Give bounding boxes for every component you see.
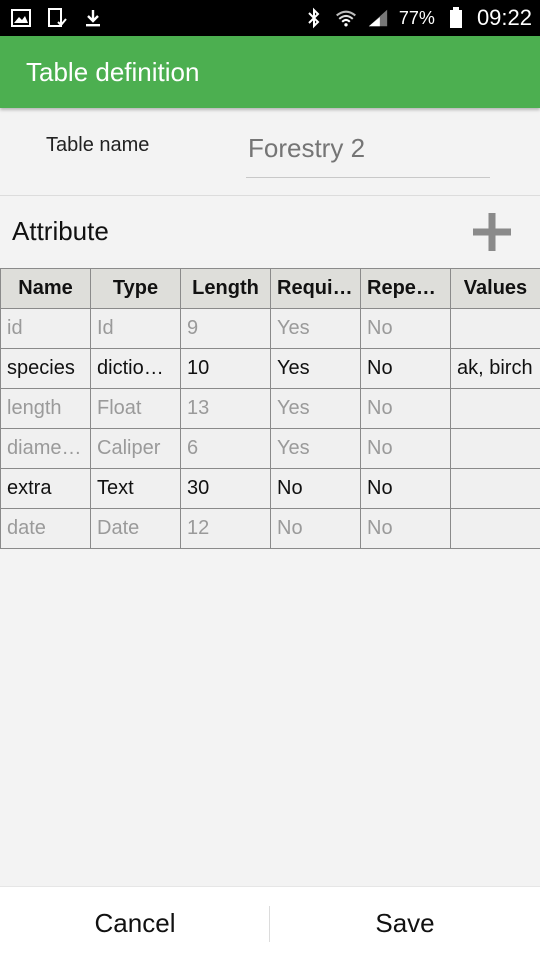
cell-type: diction… [90,348,181,389]
cell-repeat: No [360,308,451,349]
bluetooth-icon [303,7,325,29]
attribute-header: Attribute [0,196,540,268]
add-attribute-button[interactable] [470,210,514,254]
column-header-values[interactable]: Values [450,268,540,309]
save-button[interactable]: Save [270,887,540,960]
battery-icon [445,7,467,29]
cell-type: Date [90,508,181,549]
table-row[interactable]: id Id 9 Yes No [0,308,540,349]
app-bar: Table definition [0,36,540,108]
table-row[interactable]: extra Text 30 No No [0,468,540,509]
bottom-divider [269,906,270,942]
table-name-row: Table name [0,110,540,196]
table-header-row: Name Type Length Requir… Repea… Values [0,268,540,309]
cell-required: No [270,508,361,549]
cell-type: Id [90,308,181,349]
cell-required: No [270,468,361,509]
download-icon [82,7,104,29]
bottom-action-bar: Cancel Save [0,886,540,960]
cell-required: Yes [270,428,361,469]
cell-type: Caliper [90,428,181,469]
cell-values [450,468,540,509]
cell-required: Yes [270,388,361,429]
cell-name: id [0,308,91,349]
cell-values [450,388,540,429]
status-bar: 77% 09:22 [0,0,540,36]
cell-repeat: No [360,388,451,429]
status-right: 77% 09:22 [303,5,532,31]
wifi-icon [335,7,357,29]
cell-length: 6 [180,428,271,469]
cell-name: length [0,388,91,429]
column-header-type[interactable]: Type [90,268,181,309]
cell-type: Text [90,468,181,509]
cell-name: diamet… [0,428,91,469]
table-row[interactable]: length Float 13 Yes No [0,388,540,429]
cell-required: Yes [270,308,361,349]
cell-length: 10 [180,348,271,389]
status-time: 09:22 [476,5,532,30]
table-name-label: Table name [46,134,150,156]
cell-length: 9 [180,308,271,349]
cancel-button[interactable]: Cancel [0,887,270,960]
cell-repeat: No [360,508,451,549]
cell-length: 13 [180,388,271,429]
cell-name: extra [0,468,91,509]
attribute-title: Attribute [12,216,109,246]
page-title: Table definition [26,56,200,87]
table-row[interactable]: species diction… 10 Yes No ak, birch [0,348,540,389]
cell-name: date [0,508,91,549]
gallery-icon [10,7,32,29]
table-row[interactable]: diamet… Caliper 6 Yes No [0,428,540,469]
cell-repeat: No [360,348,451,389]
cell-name: species [0,348,91,389]
cell-values [450,508,540,549]
cell-length: 12 [180,508,271,549]
column-header-required[interactable]: Requir… [270,268,361,309]
attribute-table: Name Type Length Requir… Repea… Values i… [0,268,540,549]
cell-values: ak, birch [450,348,540,389]
cell-repeat: No [360,428,451,469]
signal-icon [367,7,389,29]
column-header-repeat[interactable]: Repea… [360,268,451,309]
cell-required: Yes [270,348,361,389]
cell-type: Float [90,388,181,429]
plus-icon [473,213,511,251]
table-name-field [246,124,490,178]
table-name-input[interactable] [248,128,484,168]
cell-values [450,428,540,469]
cell-length: 30 [180,468,271,509]
tablet-check-icon [46,7,68,29]
column-header-name[interactable]: Name [0,268,91,309]
status-left [10,7,104,29]
cell-values [450,308,540,349]
column-header-length[interactable]: Length [180,268,271,309]
table-row[interactable]: date Date 12 No No [0,508,540,549]
cell-repeat: No [360,468,451,509]
battery-percent: 77% [398,7,435,28]
